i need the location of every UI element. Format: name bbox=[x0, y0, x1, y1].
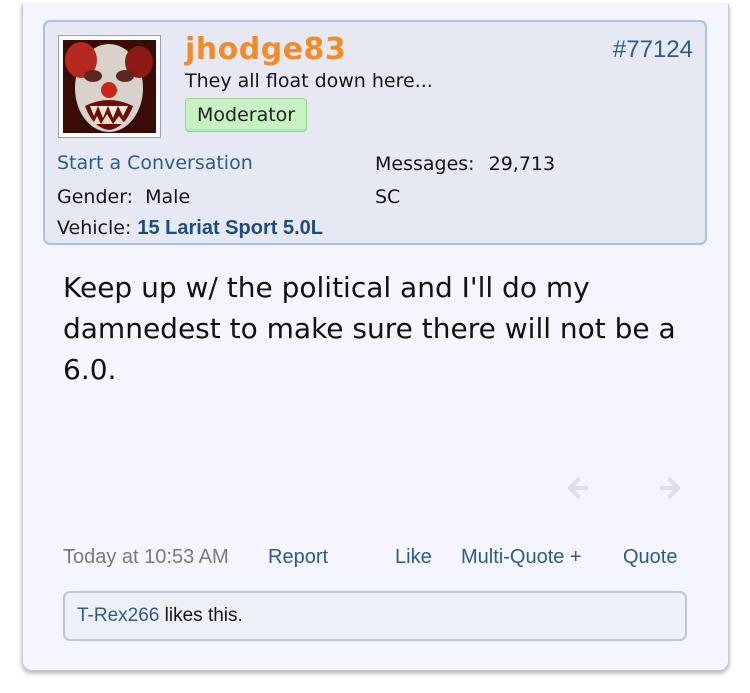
post-date[interactable]: Today at 10:53 AM bbox=[63, 546, 229, 569]
gender-field: Gender: Male bbox=[57, 186, 190, 208]
gender-value: Male bbox=[145, 186, 191, 208]
avatar[interactable] bbox=[58, 35, 161, 138]
gender-label: Gender: bbox=[57, 186, 134, 208]
moderator-badge: Moderator bbox=[185, 98, 308, 132]
report-link[interactable]: Report bbox=[268, 546, 328, 569]
vehicle-value: 15 Lariat Sport 5.0L bbox=[137, 217, 323, 239]
post-message-body: Keep up w/ the political and I'll do my … bbox=[63, 271, 676, 386]
messages-value: 29,713 bbox=[488, 153, 556, 175]
like-link[interactable]: Like bbox=[395, 546, 432, 569]
vehicle-label: Vehicle: bbox=[57, 217, 132, 239]
forum-post: jhodge83 #77124 They all float down here… bbox=[22, 4, 729, 671]
likes-suffix: likes this. bbox=[159, 605, 243, 626]
arrow-left-icon[interactable] bbox=[561, 472, 593, 504]
user-title: They all float down here... bbox=[185, 70, 433, 92]
avatar-image bbox=[63, 40, 156, 133]
liker-link[interactable]: T-Rex266 bbox=[77, 605, 159, 626]
post-number-link[interactable]: #77124 bbox=[613, 36, 693, 64]
user-info-box: jhodge83 #77124 They all float down here… bbox=[43, 20, 707, 245]
quote-link[interactable]: Quote bbox=[623, 546, 677, 569]
multi-quote-link[interactable]: Multi-Quote + bbox=[461, 546, 582, 569]
start-conversation-link[interactable]: Start a Conversation bbox=[57, 152, 253, 174]
vehicle-field: Vehicle: 15 Lariat Sport 5.0L bbox=[57, 217, 323, 240]
arrow-right-icon[interactable] bbox=[655, 472, 687, 504]
likes-text: T-Rex266 likes this. bbox=[77, 605, 243, 627]
username-link[interactable]: jhodge83 bbox=[185, 32, 346, 67]
messages-label: Messages: bbox=[375, 153, 475, 175]
messages-count: Messages: 29,713 bbox=[375, 153, 555, 175]
likes-summary: T-Rex266 likes this. bbox=[63, 591, 687, 641]
location-value: SC bbox=[375, 186, 401, 208]
